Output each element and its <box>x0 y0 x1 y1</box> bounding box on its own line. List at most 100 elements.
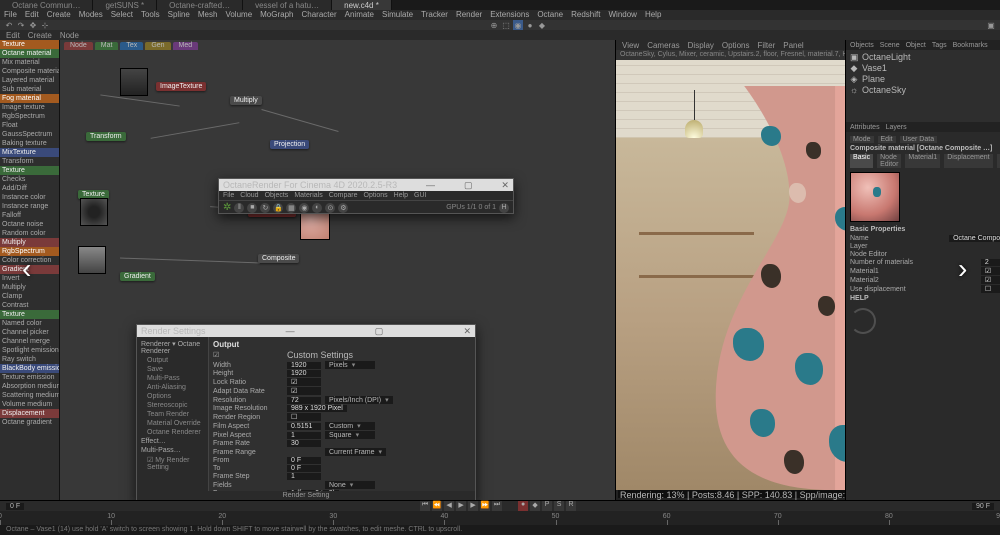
key-pos-icon[interactable]: P <box>542 501 552 511</box>
node-editor-pane[interactable]: NodeMatTexGenMed ImageTexture Transform … <box>60 40 615 500</box>
palette-item[interactable]: Transform <box>0 157 59 166</box>
prev-frame-icon[interactable]: ◀ <box>444 501 454 511</box>
region-icon[interactable]: ▦ <box>286 203 296 213</box>
minimize-icon[interactable]: — <box>286 326 295 336</box>
autokey-icon[interactable]: ◆ <box>530 501 540 511</box>
vp-menu[interactable]: Options <box>722 41 750 50</box>
snap-icon[interactable]: ⬚ <box>501 20 511 30</box>
pb-menu[interactable]: Compare <box>329 192 358 199</box>
settings-cat[interactable]: Team Render <box>139 410 206 419</box>
palette-item[interactable]: GaussSpectrum <box>0 130 59 139</box>
palette-item[interactable]: Channel merge <box>0 337 59 346</box>
live-icon[interactable]: ◉ <box>513 20 523 30</box>
node-thumb[interactable] <box>300 210 330 240</box>
vp-menu[interactable]: View <box>622 41 639 50</box>
palette-item[interactable]: Texture <box>0 40 59 49</box>
palette-item[interactable]: Texture <box>0 310 59 319</box>
palette-item[interactable]: BlackBody emission <box>0 364 59 373</box>
key-scale-icon[interactable]: S <box>554 501 564 511</box>
node-tab[interactable]: Node <box>64 42 93 50</box>
palette-item[interactable]: Octane material <box>0 49 59 58</box>
attr-value[interactable]: ☑ <box>981 267 1000 275</box>
close-icon[interactable]: ✕ <box>463 326 471 336</box>
key-icon[interactable]: ◆ <box>537 20 547 30</box>
setting-unit[interactable]: Pixels <box>325 361 375 369</box>
palette-item[interactable]: Octane noise <box>0 220 59 229</box>
palette-item[interactable]: Sub material <box>0 85 59 94</box>
setting-input[interactable]: 1 <box>287 473 321 480</box>
goto-start-icon[interactable]: ⏮ <box>420 501 430 511</box>
record-icon[interactable]: ● <box>525 20 535 30</box>
palette-item[interactable]: Spotlight emission <box>0 346 59 355</box>
menu-window[interactable]: Window <box>608 10 636 20</box>
setting-input[interactable]: 0 F <box>287 465 321 472</box>
maximize-icon[interactable]: ▢ <box>464 180 473 190</box>
settings-categories[interactable]: Renderer ▾ Octane RendererOutputSaveMult… <box>137 337 209 491</box>
timeline[interactable]: 0 F ⏮ ⏪ ◀ ▶ ▶ ⏩ ⏭ ● ◆ P S R 90 F 0102030… <box>0 500 1000 525</box>
attr-value[interactable]: ☐ <box>981 285 1000 293</box>
close-icon[interactable]: ✕ <box>501 180 509 190</box>
setting-input[interactable]: 1920 <box>287 370 321 377</box>
next-frame-icon[interactable]: ▶ <box>468 501 478 511</box>
menu-mesh[interactable]: Mesh <box>198 10 218 20</box>
globe-icon[interactable]: ⊕ <box>489 20 499 30</box>
obj-tab[interactable]: Bookmarks <box>953 42 988 49</box>
setting-unit[interactable]: Pixels/Inch (DPI) <box>325 396 393 404</box>
setting-input[interactable]: 0 F <box>287 457 321 464</box>
palette-item[interactable]: Falloff <box>0 211 59 220</box>
palette-item[interactable]: Mix material <box>0 58 59 67</box>
settings-cat[interactable]: Material Override <box>139 419 206 428</box>
menu-modes[interactable]: Modes <box>79 10 103 20</box>
timeline-ruler[interactable]: 0102030405060708090 <box>0 511 1000 526</box>
attribute-panel[interactable]: Mode Edit User Data Composite material [… <box>846 132 1000 500</box>
palette-item[interactable]: Clamp <box>0 292 59 301</box>
undo-icon[interactable]: ↶ <box>4 20 14 30</box>
prev-key-icon[interactable]: ⏪ <box>432 501 442 511</box>
settings-cat[interactable]: Octane Renderer <box>139 428 206 437</box>
setting-input[interactable]: 1 <box>287 432 321 439</box>
vp-menu[interactable]: Display <box>688 41 714 50</box>
palette-item[interactable]: Channel picker <box>0 328 59 337</box>
obj-tab[interactable]: Objects <box>850 42 874 49</box>
menu-redshift[interactable]: Redshift <box>571 10 600 20</box>
vp-menu[interactable]: Panel <box>783 41 803 50</box>
palette-item[interactable]: Volume medium <box>0 400 59 409</box>
tab-attributes[interactable]: Attributes <box>850 124 880 131</box>
axis-icon[interactable]: ⊹ <box>40 20 50 30</box>
object-row[interactable]: ▣OctaneLight● <box>850 52 1000 63</box>
node-thumb[interactable] <box>78 246 106 274</box>
palette-item[interactable]: Scattering medium <box>0 391 59 400</box>
setting-input[interactable]: ☑ <box>287 378 321 386</box>
minimize-icon[interactable]: — <box>426 180 435 190</box>
menu-animate[interactable]: Animate <box>345 10 374 20</box>
palette-item[interactable]: Multiply <box>0 283 59 292</box>
pb-menu[interactable]: Options <box>364 192 388 199</box>
palette-item[interactable]: Checks <box>0 175 59 184</box>
octane-playback-window[interactable]: OctaneRender For Cinema 4D 2020.2.5-R3 —… <box>218 178 514 214</box>
menu-create[interactable]: Create <box>47 10 71 20</box>
next-arrow-icon[interactable]: › <box>958 253 978 283</box>
object-list[interactable]: ▣OctaneLight●◆Vase1●●◈Plane●☼OctaneSky <box>846 50 1000 122</box>
settings-cat[interactable]: Save <box>139 365 206 374</box>
palette-item[interactable]: Baking texture <box>0 139 59 148</box>
maximize-icon[interactable]: ▢ <box>375 326 384 336</box>
mat-tab[interactable]: Node Editor <box>877 154 901 168</box>
frame-end[interactable]: 90 F <box>972 503 994 510</box>
palette-item[interactable]: Float <box>0 121 59 130</box>
attr-value[interactable]: Octane Composite 1 <box>949 235 1000 242</box>
node[interactable]: Composite <box>258 254 299 263</box>
settings-cat[interactable]: Options <box>139 392 206 401</box>
record-icon[interactable]: ● <box>518 501 528 511</box>
lock-icon[interactable]: 🔒 <box>273 203 283 213</box>
hdr-create[interactable]: Create <box>28 31 52 40</box>
palette-item[interactable]: RgbSpectrum <box>0 112 59 121</box>
goto-end-icon[interactable]: ⏭ <box>492 501 502 511</box>
setting-input[interactable]: 72 <box>287 397 321 404</box>
palette-item[interactable]: Named color <box>0 319 59 328</box>
pb-menu[interactable]: GUI <box>414 192 426 199</box>
setting-unit[interactable]: Current Frame <box>325 448 386 456</box>
setting-unit[interactable]: None <box>325 481 375 489</box>
pb-menu[interactable]: File <box>223 192 234 199</box>
setting-input[interactable]: 30 <box>287 440 321 447</box>
attr-value[interactable]: 2 <box>981 259 1000 266</box>
